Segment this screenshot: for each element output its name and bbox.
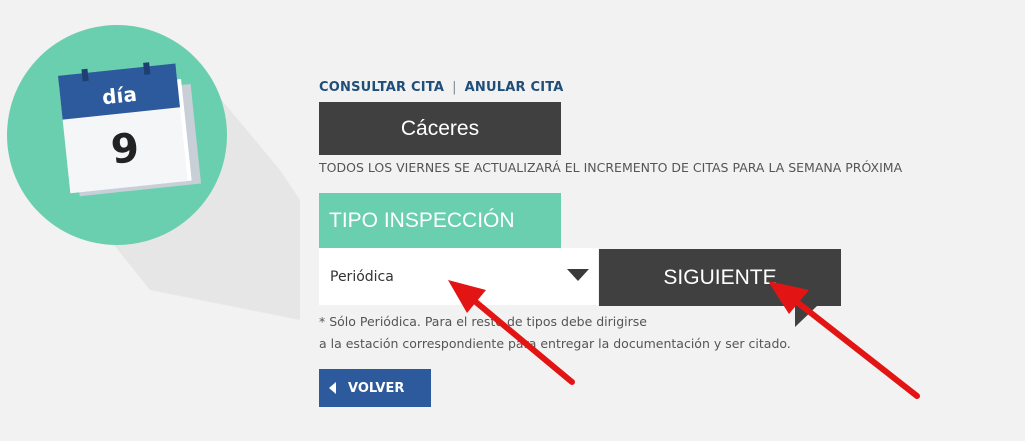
next-button-tail — [795, 306, 817, 327]
calendar-day: 9 — [109, 125, 141, 174]
cancel-appointment-link[interactable]: ANULAR CITA — [465, 80, 564, 95]
calendar-label: día — [101, 82, 138, 109]
back-button-label: VOLVER — [348, 380, 405, 396]
inspection-type-select[interactable]: Periódica — [319, 248, 598, 305]
caret-down-icon — [567, 269, 589, 281]
next-button[interactable]: SIGUIENTE — [599, 249, 841, 306]
top-links: CONSULTAR CITA | ANULAR CITA — [319, 80, 564, 95]
inspection-type-heading: TIPO INSPECCIÓN — [319, 193, 561, 248]
consult-appointment-link[interactable]: CONSULTAR CITA — [319, 80, 444, 95]
note-line-2: a la estación correspondiente para entre… — [319, 336, 791, 351]
city-banner: Cáceres — [319, 102, 561, 155]
calendar-logo: día 9 — [7, 25, 300, 320]
select-value: Periódica — [330, 268, 394, 285]
weekly-notice: TODOS LOS VIERNES SE ACTUALIZARÁ EL INCR… — [319, 160, 903, 175]
back-button[interactable]: VOLVER — [319, 369, 431, 407]
caret-left-icon — [329, 382, 336, 394]
note-line-1: * Sólo Periódica. Para el resto de tipos… — [319, 314, 647, 329]
inspection-note: * Sólo Periódica. Para el resto de tipos… — [319, 311, 791, 355]
link-separator: | — [452, 80, 457, 95]
